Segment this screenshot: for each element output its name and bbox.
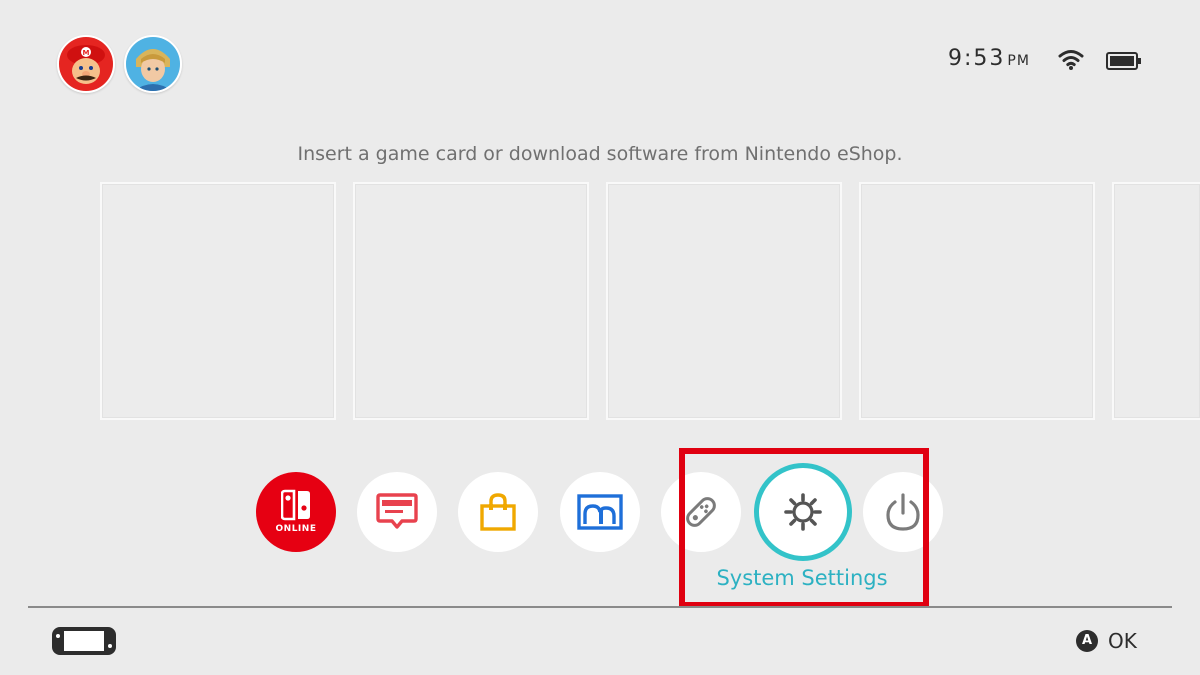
clock: 9:53 PM: [948, 46, 1030, 71]
news-button[interactable]: [357, 472, 437, 552]
link-avatar-icon: [126, 37, 180, 91]
game-tile-empty[interactable]: [100, 182, 336, 420]
news-icon: [376, 493, 418, 529]
game-tile-empty[interactable]: [859, 182, 1095, 420]
a-button-icon: A: [1076, 630, 1098, 652]
mario-avatar-icon: M: [59, 37, 113, 91]
footer-divider: [28, 606, 1172, 608]
game-tile-empty[interactable]: [353, 182, 589, 420]
user-avatar-link[interactable]: [124, 35, 182, 93]
clock-ampm: PM: [1007, 53, 1030, 69]
album-icon: [577, 494, 623, 530]
game-tile-empty[interactable]: [606, 182, 842, 420]
ok-label[interactable]: OK: [1108, 629, 1137, 653]
online-label: ONLINE: [275, 524, 317, 534]
nintendo-switch-online-button[interactable]: ONLINE: [256, 472, 336, 552]
home-screen: M 9:53 PM Insert a game card or download…: [0, 0, 1200, 675]
user-avatar-mario[interactable]: M: [57, 35, 115, 93]
eshop-bag-icon: [480, 493, 516, 531]
svg-text:M: M: [83, 49, 90, 57]
empty-library-message: Insert a game card or download software …: [297, 143, 903, 165]
handheld-console-icon: [52, 627, 116, 655]
nintendo-switch-online-icon: [281, 489, 310, 521]
battery-icon: [1106, 52, 1141, 70]
clock-time: 9:53: [948, 46, 1006, 71]
wifi-icon: [1058, 50, 1084, 70]
game-tile-empty[interactable]: [1112, 182, 1200, 420]
album-button[interactable]: [560, 472, 640, 552]
nintendo-eshop-button[interactable]: [458, 472, 538, 552]
highlight-box: [679, 448, 929, 608]
